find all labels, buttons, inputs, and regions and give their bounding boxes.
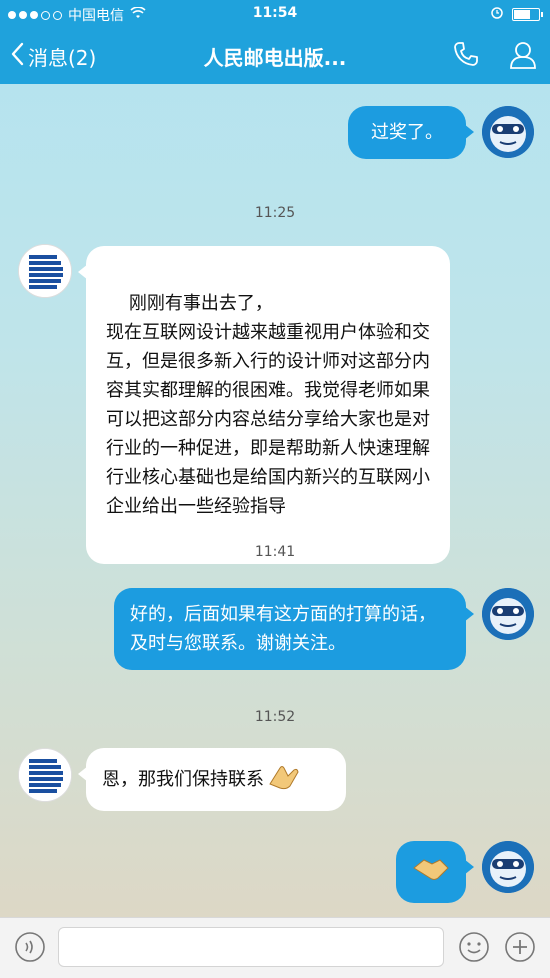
message-text: 过奖了。 — [371, 122, 443, 143]
message-bubble-outgoing[interactable]: 好的，后面如果有这方面的打算的话，及时与您联系。谢谢关注。 — [114, 588, 474, 670]
my-avatar[interactable] — [482, 106, 534, 158]
chevron-left-icon — [10, 42, 24, 71]
smiley-icon[interactable] — [458, 931, 490, 963]
chat-history[interactable]: 过奖了。 11:25 刚刚有事出去了， 现在互联网设计越来越重视用户体验和交互，… — [0, 84, 550, 918]
message-bubble-incoming[interactable]: 刚刚有事出去了， 现在互联网设计越来越重视用户体验和交互，但是很多新入行的设计师… — [78, 246, 450, 564]
voice-icon[interactable] — [14, 931, 46, 963]
back-label: 消息(2) — [28, 46, 97, 70]
message-bubble-incoming[interactable]: 恩，那我们保持联系 — [78, 748, 346, 811]
user-icon[interactable] — [508, 40, 538, 74]
nav-bar: 消息(2) 人民邮电出版... — [0, 28, 550, 84]
message-bubble-outgoing[interactable]: 过奖了。 — [348, 106, 474, 159]
my-avatar[interactable] — [482, 841, 534, 893]
status-bar: 中国电信 11:54 — [0, 0, 550, 28]
contact-avatar[interactable] — [18, 748, 72, 802]
publisher-logo-icon — [19, 749, 71, 801]
battery-icon — [512, 7, 543, 21]
message-text: 好的，后面如果有这方面的打算的话，及时与您联系。谢谢关注。 — [130, 604, 436, 654]
plus-icon[interactable] — [504, 931, 536, 963]
contact-avatar[interactable] — [18, 244, 72, 298]
hand-clap-emoji-icon — [266, 760, 302, 799]
timestamp: 11:41 — [254, 544, 296, 560]
message-bubble-outgoing[interactable] — [396, 841, 474, 903]
back-button[interactable]: 消息(2) — [10, 42, 96, 71]
robot-avatar-icon — [482, 841, 534, 893]
phone-icon[interactable] — [452, 40, 480, 74]
my-avatar[interactable] — [482, 588, 534, 640]
message-text: 恩，那我们保持联系 — [102, 769, 264, 790]
timestamp: 11:52 — [254, 709, 296, 725]
alarm-icon — [490, 5, 504, 23]
message-input[interactable] — [58, 927, 444, 967]
timestamp: 11:25 — [254, 205, 296, 221]
publisher-logo-icon — [19, 245, 71, 297]
status-time: 11:54 — [252, 5, 298, 21]
message-text: 刚刚有事出去了， 现在互联网设计越来越重视用户体验和交互，但是很多新入行的设计师… — [106, 293, 430, 517]
robot-avatar-icon — [482, 106, 534, 158]
message-input-bar — [0, 917, 550, 978]
robot-avatar-icon — [482, 588, 534, 640]
handshake-emoji-icon — [412, 854, 450, 891]
